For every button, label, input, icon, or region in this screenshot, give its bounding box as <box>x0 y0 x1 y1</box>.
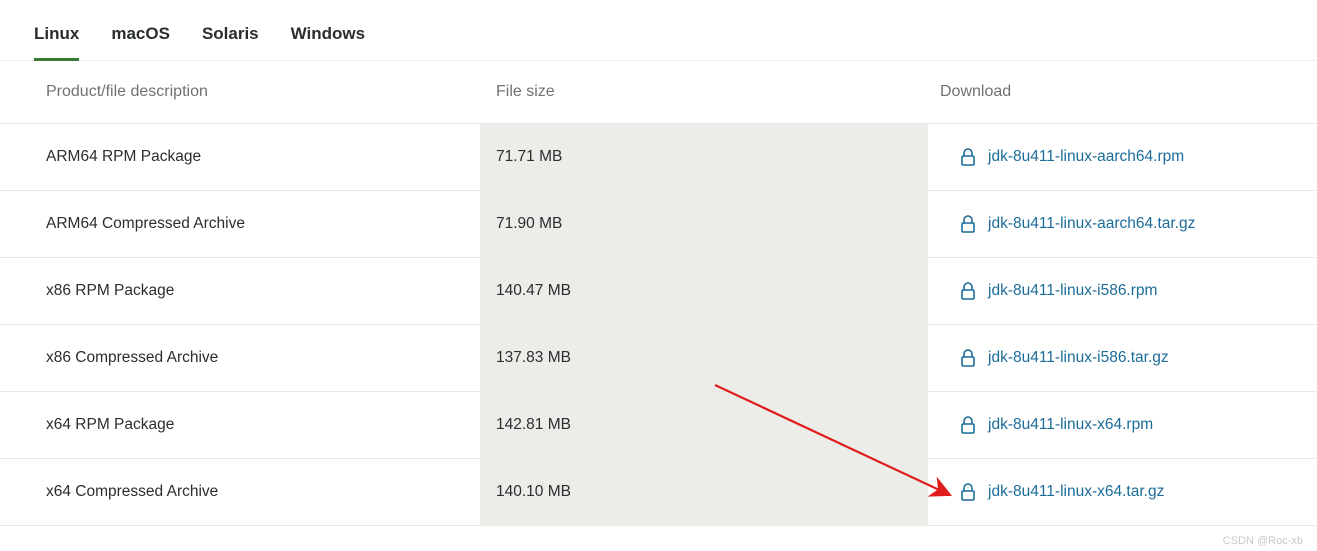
lock-icon <box>960 483 976 501</box>
tab-windows[interactable]: Windows <box>291 24 365 60</box>
cell-description: ARM64 Compressed Archive <box>0 215 480 233</box>
table-row: x64 Compressed Archive 140.10 MB jdk-8u4… <box>0 459 1317 526</box>
header-download: Download <box>928 83 1317 101</box>
table-row: x64 RPM Package 142.81 MB jdk-8u411-linu… <box>0 392 1317 459</box>
cell-filesize: 71.71 MB <box>480 124 928 190</box>
table-row: ARM64 RPM Package 71.71 MB jdk-8u411-lin… <box>0 124 1317 191</box>
watermark: CSDN @Roc-xb <box>1223 535 1303 547</box>
header-filesize: File size <box>480 83 928 101</box>
download-link[interactable]: jdk-8u411-linux-i586.rpm <box>988 282 1157 300</box>
header-description: Product/file description <box>0 83 480 101</box>
table-row: x86 RPM Package 140.47 MB jdk-8u411-linu… <box>0 258 1317 325</box>
table-row: ARM64 Compressed Archive 71.90 MB jdk-8u… <box>0 191 1317 258</box>
cell-filesize: 137.83 MB <box>480 325 928 391</box>
cell-filesize: 140.47 MB <box>480 258 928 324</box>
download-link[interactable]: jdk-8u411-linux-aarch64.rpm <box>988 148 1184 166</box>
cell-filesize: 142.81 MB <box>480 392 928 458</box>
lock-icon <box>960 215 976 233</box>
os-tabs: Linux macOS Solaris Windows <box>0 0 1317 61</box>
tab-macos[interactable]: macOS <box>111 24 170 60</box>
cell-description: x64 RPM Package <box>0 416 480 434</box>
cell-filesize: 71.90 MB <box>480 191 928 257</box>
download-link[interactable]: jdk-8u411-linux-i586.tar.gz <box>988 349 1169 367</box>
cell-filesize: 140.10 MB <box>480 459 928 525</box>
cell-description: x86 Compressed Archive <box>0 349 480 367</box>
tab-solaris[interactable]: Solaris <box>202 24 259 60</box>
cell-description: x64 Compressed Archive <box>0 483 480 501</box>
table-row: x86 Compressed Archive 137.83 MB jdk-8u4… <box>0 325 1317 392</box>
lock-icon <box>960 282 976 300</box>
download-link[interactable]: jdk-8u411-linux-x64.rpm <box>988 416 1153 434</box>
lock-icon <box>960 349 976 367</box>
cell-description: ARM64 RPM Package <box>0 148 480 166</box>
cell-description: x86 RPM Package <box>0 282 480 300</box>
download-link[interactable]: jdk-8u411-linux-x64.tar.gz <box>988 483 1164 501</box>
table-header: Product/file description File size Downl… <box>0 61 1317 124</box>
download-link[interactable]: jdk-8u411-linux-aarch64.tar.gz <box>988 215 1195 233</box>
lock-icon <box>960 148 976 166</box>
lock-icon <box>960 416 976 434</box>
tab-linux[interactable]: Linux <box>34 24 79 60</box>
